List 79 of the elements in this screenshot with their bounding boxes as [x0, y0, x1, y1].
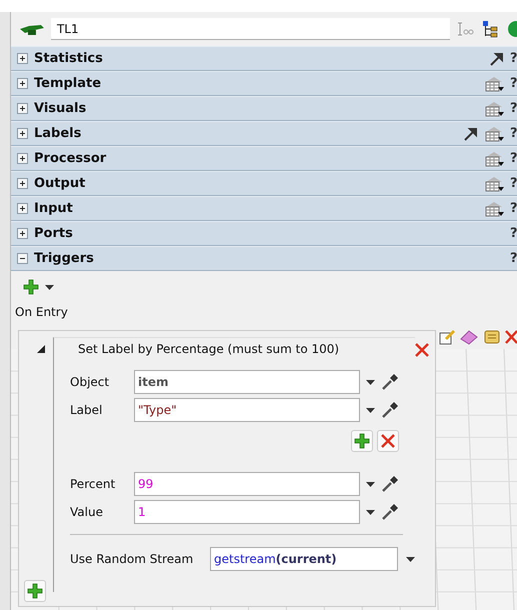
- section-title: Template: [34, 76, 102, 91]
- section-title: Processor: [34, 151, 106, 166]
- field-label: Label: [70, 403, 104, 417]
- help-mark[interactable]: ?: [510, 101, 517, 116]
- add-button[interactable]: [351, 430, 373, 452]
- expand-icon[interactable]: [17, 253, 28, 264]
- caret-icon[interactable]: [366, 380, 375, 384]
- section-title: Visuals: [34, 101, 86, 116]
- field-label: Use Random Stream: [70, 552, 194, 566]
- section-title: Statistics: [34, 51, 103, 66]
- field-label: Object: [70, 375, 110, 389]
- section-title: Input: [34, 201, 73, 216]
- expand-icon[interactable]: [17, 203, 28, 214]
- eyedropper-icon[interactable]: [381, 475, 399, 493]
- edit-icon[interactable]: [439, 329, 455, 345]
- expand-icon[interactable]: [17, 78, 28, 89]
- table-icon[interactable]: [484, 200, 504, 216]
- add-button[interactable]: [24, 580, 46, 602]
- section-title: Output: [34, 176, 86, 191]
- caret-icon[interactable]: [366, 408, 375, 412]
- expand-icon[interactable]: [17, 103, 28, 114]
- expand-icon[interactable]: [17, 53, 28, 64]
- help-mark[interactable]: ?: [510, 51, 517, 66]
- caret-icon[interactable]: [366, 482, 375, 486]
- input-field[interactable]: item: [134, 370, 360, 394]
- table-icon[interactable]: [484, 126, 504, 142]
- input-field[interactable]: 99: [134, 472, 360, 496]
- table-icon[interactable]: [484, 100, 504, 116]
- section-header[interactable]: Statistics ?: [11, 46, 517, 71]
- scroll-icon[interactable]: [483, 329, 501, 345]
- caret-icon[interactable]: [45, 284, 54, 290]
- section-title: Labels: [34, 126, 82, 141]
- section-header[interactable]: Output ?: [11, 171, 517, 196]
- field-label: Percent: [70, 477, 116, 491]
- input-field[interactable]: "Type": [134, 398, 360, 422]
- event-label: On Entry: [15, 305, 69, 319]
- help-mark[interactable]: ?: [510, 201, 517, 216]
- eraser-icon[interactable]: [459, 329, 479, 345]
- delete-icon[interactable]: [505, 330, 517, 344]
- table-icon[interactable]: [484, 76, 504, 92]
- expand-icon[interactable]: [17, 178, 28, 189]
- eyedropper-icon[interactable]: [381, 373, 399, 391]
- help-mark[interactable]: ?: [510, 226, 517, 241]
- stream-field[interactable]: getstream(current): [210, 547, 398, 571]
- help-mark[interactable]: ?: [510, 126, 517, 141]
- section-header[interactable]: Visuals ?: [11, 96, 517, 121]
- eyedropper-icon[interactable]: [381, 401, 399, 419]
- section-header[interactable]: Triggers ?: [11, 246, 517, 271]
- expand-icon[interactable]: [17, 228, 28, 239]
- section-title: Triggers: [34, 251, 94, 266]
- field-label: Value: [70, 505, 104, 519]
- section-header[interactable]: Template ?: [11, 71, 517, 96]
- arrow-icon[interactable]: [490, 52, 504, 66]
- collapse-icon[interactable]: [37, 345, 45, 353]
- section-title: Ports: [34, 226, 73, 241]
- section-header[interactable]: Processor ?: [11, 146, 517, 171]
- help-icon[interactable]: [506, 20, 517, 38]
- arrow-icon[interactable]: [464, 126, 478, 140]
- section-header[interactable]: Input ?: [11, 196, 517, 221]
- help-mark[interactable]: ?: [510, 176, 517, 191]
- section-header[interactable]: Labels ?: [11, 121, 517, 146]
- remove-button[interactable]: [377, 430, 399, 452]
- help-mark[interactable]: ?: [510, 76, 517, 91]
- action-title: Set Label by Percentage (must sum to 100): [78, 342, 340, 356]
- help-mark[interactable]: ?: [510, 151, 517, 166]
- delete-icon[interactable]: [415, 343, 429, 357]
- table-icon[interactable]: [484, 176, 504, 192]
- name-field[interactable]: TL1: [50, 18, 450, 40]
- section-header[interactable]: Ports ?: [11, 221, 517, 246]
- help-mark[interactable]: ?: [510, 251, 517, 266]
- tree-icon[interactable]: [482, 20, 500, 38]
- expand-icon[interactable]: [17, 153, 28, 164]
- eyedropper-icon[interactable]: [381, 503, 399, 521]
- add-icon[interactable]: [23, 279, 39, 295]
- input-field[interactable]: 1: [134, 500, 360, 524]
- expand-icon[interactable]: [17, 128, 28, 139]
- caret-icon[interactable]: [366, 510, 375, 514]
- table-icon[interactable]: [484, 150, 504, 166]
- caret-icon[interactable]: [406, 556, 415, 562]
